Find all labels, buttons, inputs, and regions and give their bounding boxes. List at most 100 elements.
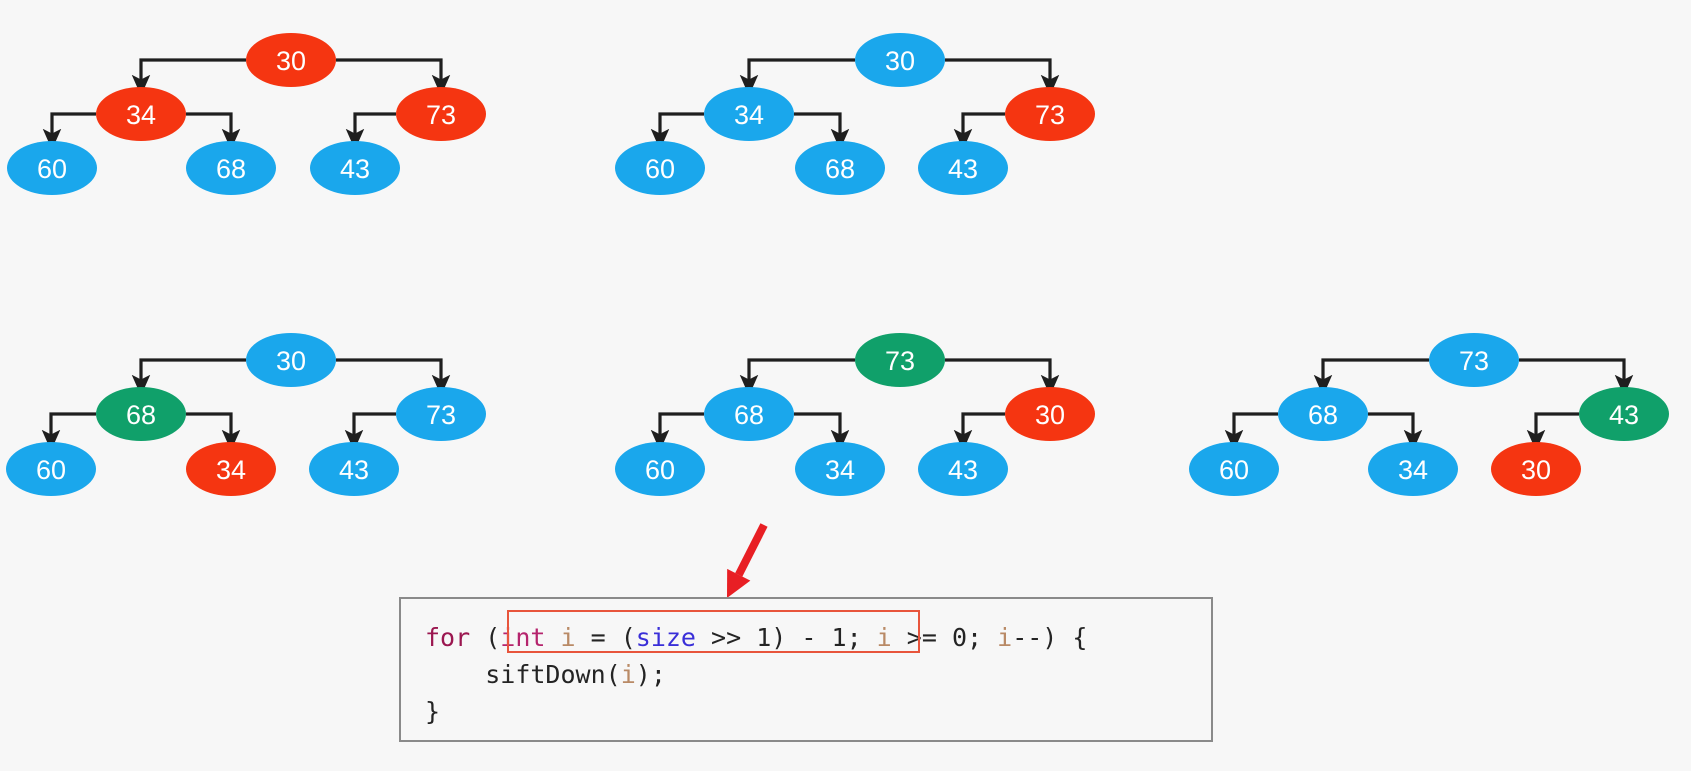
code-token: i <box>560 623 576 652</box>
tree-edge-t2-root-to-t2-left <box>739 58 855 96</box>
node-value-label: 43 <box>339 455 369 485</box>
tree-edge-t4-right-to-t4-rl <box>953 412 1005 451</box>
tree-edge-t1-left-to-t1-ll <box>42 112 96 150</box>
code-token: ; <box>967 623 998 652</box>
tree-node[interactable]: 43 <box>1579 387 1669 441</box>
code-token: ; <box>846 623 877 652</box>
node-value-label: 34 <box>825 455 855 485</box>
tree-node[interactable]: 30 <box>246 333 336 387</box>
node-value-label: 60 <box>645 455 675 485</box>
tree-node[interactable]: 34 <box>704 87 794 141</box>
tree-node[interactable]: 43 <box>309 442 399 496</box>
tree-edge-t3-root-to-t3-left <box>131 358 246 396</box>
node-value-label: 68 <box>216 154 246 184</box>
node-value-label: 43 <box>948 154 978 184</box>
tree-node[interactable]: 34 <box>186 442 276 496</box>
node-value-label: 43 <box>340 154 370 184</box>
tree-node[interactable]: 34 <box>96 87 186 141</box>
tree-node[interactable]: 73 <box>1429 333 1519 387</box>
node-value-label: 60 <box>37 154 67 184</box>
node-value-label: 34 <box>126 100 156 130</box>
code-token: size <box>635 623 696 652</box>
tree-node[interactable]: 68 <box>704 387 794 441</box>
node-value-label: 30 <box>276 346 306 376</box>
node-value-label: 30 <box>885 46 915 76</box>
tree-node[interactable]: 60 <box>615 141 705 195</box>
code-token: i <box>620 660 636 689</box>
tree-node[interactable]: 30 <box>855 33 945 87</box>
code-token: = ( <box>575 623 636 652</box>
code-token: ( <box>485 623 501 652</box>
code-token: i <box>876 623 892 652</box>
code-token: int <box>500 623 546 652</box>
tree-node[interactable]: 68 <box>96 387 186 441</box>
node-value-label: 60 <box>645 154 675 184</box>
tree-node[interactable]: 30 <box>246 33 336 87</box>
code-token: } <box>425 697 441 726</box>
node-value-label: 34 <box>734 100 764 130</box>
code-line: } <box>425 697 440 726</box>
tree-edge-t4-left-to-t4-lr <box>794 412 850 451</box>
tree-edge-t3-root-to-t3-right <box>336 358 451 396</box>
tree-edge-t2-right-to-t2-rl <box>953 112 1005 150</box>
tree-node[interactable]: 68 <box>1278 387 1368 441</box>
node-value-label: 73 <box>426 100 456 130</box>
tree-edge-t4-root-to-t4-right <box>945 358 1060 396</box>
tree-edge-t3-right-to-t3-rl <box>344 412 396 451</box>
node-value-label: 30 <box>1521 455 1551 485</box>
code-token: i <box>997 623 1013 652</box>
tree-node[interactable]: 43 <box>310 141 400 195</box>
code-token: siftDown <box>485 660 606 689</box>
tree-edge-t1-left-to-t1-lr <box>186 112 241 150</box>
tree-node[interactable]: 30 <box>1005 387 1095 441</box>
tree-edge-t3-left-to-t3-lr <box>186 412 241 451</box>
node-value-label: 68 <box>1308 400 1338 430</box>
tree-edge-t1-root-to-t1-right <box>336 58 451 96</box>
tree-node[interactable]: 60 <box>7 141 97 195</box>
tree-node[interactable]: 73 <box>396 387 486 441</box>
tree-node[interactable]: 73 <box>1005 87 1095 141</box>
code-token: ( <box>605 660 621 689</box>
tree-node[interactable]: 60 <box>1189 442 1279 496</box>
node-value-label: 34 <box>216 455 246 485</box>
tree-node[interactable]: 30 <box>1491 442 1581 496</box>
tree-node[interactable]: 43 <box>918 141 1008 195</box>
node-value-label: 43 <box>948 455 978 485</box>
tree-node[interactable]: 34 <box>795 442 885 496</box>
tree-edge-t5-root-to-t5-right <box>1519 358 1634 396</box>
node-value-label: 60 <box>1219 455 1249 485</box>
node-value-label: 30 <box>276 46 306 76</box>
node-value-label: 68 <box>825 154 855 184</box>
code-token: 1 <box>831 623 847 652</box>
code-text: for (int i = (size >> 1) - 1; i >= 0; i-… <box>401 599 1211 730</box>
tree-edge-t5-root-to-t5-left <box>1313 358 1429 396</box>
tree-node[interactable]: 73 <box>855 333 945 387</box>
tree-edge-t5-right-to-t5-rl <box>1526 412 1579 451</box>
tree-edge-t4-left-to-t4-ll <box>650 412 704 451</box>
node-value-label: 34 <box>1398 455 1428 485</box>
tree-node[interactable]: 43 <box>918 442 1008 496</box>
tree-edge-t2-left-to-t2-ll <box>650 112 704 150</box>
tree-edge-t1-root-to-t1-left <box>131 58 246 96</box>
code-line: siftDown(i); <box>425 660 666 689</box>
annotation-arrow-layer <box>727 523 768 598</box>
diagram-stage: 30 34 73 60 68 43 30 34 73 60 68 43 30 68 73 60 34 43 73 68… <box>0 0 1691 771</box>
tree-node[interactable]: 68 <box>795 141 885 195</box>
node-value-label: 68 <box>126 400 156 430</box>
node-value-label: 60 <box>36 455 66 485</box>
tree-node[interactable]: 73 <box>396 87 486 141</box>
node-value-label: 73 <box>1035 100 1065 130</box>
code-token: >= <box>891 623 952 652</box>
code-token: --) { <box>1012 623 1088 652</box>
tree-edge-t1-right-to-t1-rl <box>345 112 396 150</box>
tree-node[interactable]: 60 <box>615 442 705 496</box>
tree-node[interactable]: 34 <box>1368 442 1458 496</box>
code-token: ) - <box>771 623 832 652</box>
code-token: 0 <box>951 623 968 652</box>
tree-node[interactable]: 68 <box>186 141 276 195</box>
tree-node[interactable]: 60 <box>6 442 96 496</box>
node-value-label: 30 <box>1035 400 1065 430</box>
